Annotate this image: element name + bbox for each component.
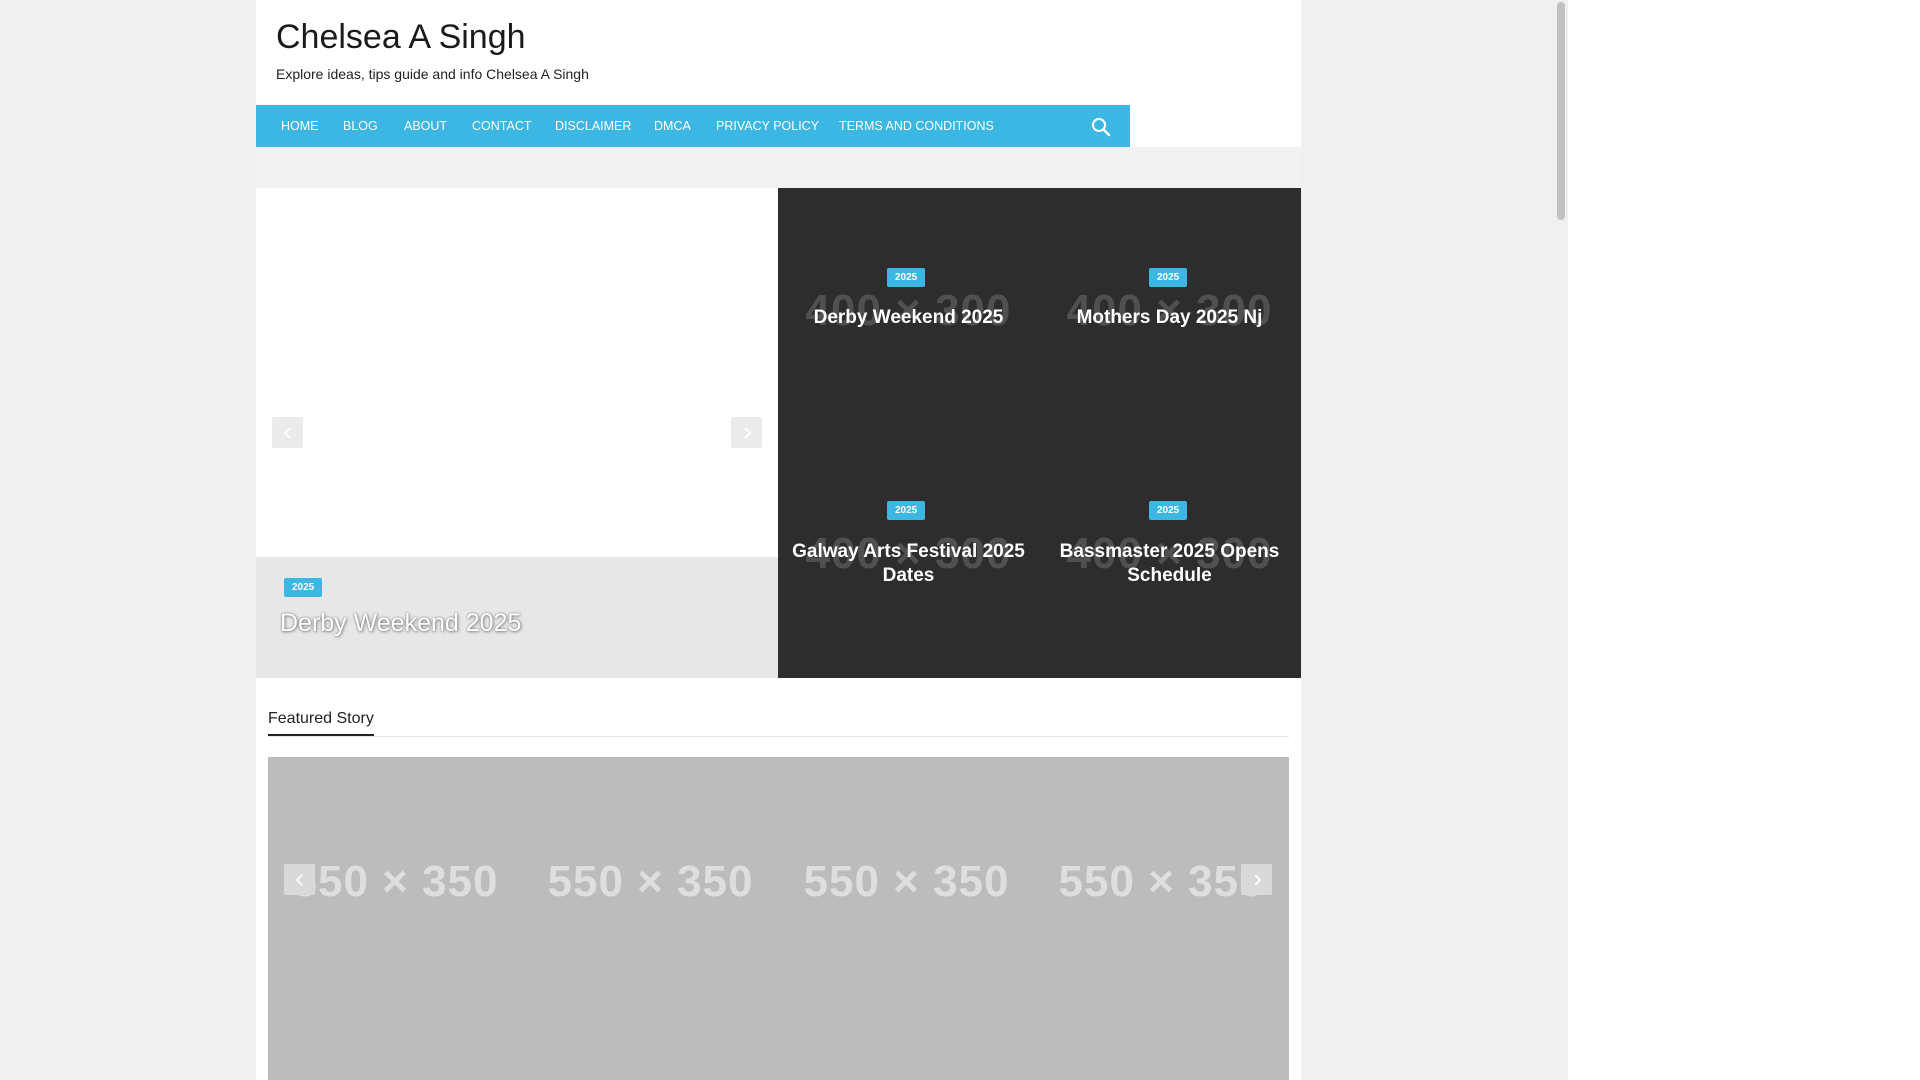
category-badge[interactable]: 2025 <box>1149 268 1188 287</box>
featured-prev-button[interactable] <box>284 864 315 895</box>
site-description: Explore ideas, tips guide and info Chels… <box>276 66 589 82</box>
grid-post-title[interactable]: Bassmaster 2025 Opens Schedule <box>1049 540 1290 588</box>
chevron-right-icon <box>1253 873 1261 886</box>
nav-item-terms-and-conditions[interactable]: TERMS AND CONDITIONS <box>839 105 994 147</box>
nav-item-home[interactable]: HOME <box>281 105 319 147</box>
site-title[interactable]: Chelsea A Singh <box>276 18 526 57</box>
window-background <box>1568 0 1920 1080</box>
grid-post-card[interactable]: 400 × 300 2025 Galway Arts Festival 2025… <box>778 433 1039 678</box>
grid-post-card[interactable]: 400 × 300 2025 Bassmaster 2025 Opens Sch… <box>1039 433 1300 678</box>
grid-post-title[interactable]: Mothers Day 2025 Nj <box>1049 306 1290 330</box>
grid-post-card[interactable]: 400 × 300 2025 Mothers Day 2025 Nj <box>1039 188 1300 433</box>
nav-item-privacy-policy[interactable]: PRIVACY POLICY <box>716 105 819 147</box>
slider-post-title[interactable]: Derby Weekend 2025 <box>280 609 521 638</box>
chevron-right-icon <box>743 426 751 439</box>
grid-post-title[interactable]: Galway Arts Festival 2025 Dates <box>788 540 1029 588</box>
vertical-scrollbar[interactable] <box>1554 0 1568 1080</box>
nav-item-disclaimer[interactable]: DISCLAIMER <box>555 105 631 147</box>
search-icon[interactable] <box>1090 116 1112 138</box>
nav-item-blog[interactable]: BLOG <box>343 105 378 147</box>
grid-posts: 400 × 300 2025 Derby Weekend 2025 400 × … <box>778 188 1301 678</box>
chevron-left-icon <box>283 426 291 439</box>
category-badge[interactable]: 2025 <box>1149 501 1188 520</box>
nav-spacer <box>256 147 1301 188</box>
featured-heading: Featured Story <box>268 710 374 736</box>
slider-next-button[interactable] <box>731 417 762 448</box>
nav-item-dmca[interactable]: DMCA <box>654 105 691 147</box>
slider-prev-button[interactable] <box>272 417 303 448</box>
chevron-left-icon <box>295 873 303 886</box>
slider-caption: 2025 Derby Weekend 2025 <box>256 557 778 678</box>
category-badge[interactable]: 2025 <box>887 268 926 287</box>
grid-post-card[interactable]: 400 × 300 2025 Derby Weekend 2025 <box>778 188 1039 433</box>
category-badge[interactable]: 2025 <box>887 501 926 520</box>
nav-item-about[interactable]: ABOUT <box>404 105 447 147</box>
category-badge[interactable]: 2025 <box>284 578 323 597</box>
scrollbar-thumb[interactable] <box>1557 2 1565 220</box>
hero-slider[interactable]: 2025 Derby Weekend 2025 <box>256 188 778 678</box>
image-placeholder: 550 × 350 <box>803 857 1010 906</box>
featured-next-button[interactable] <box>1241 864 1272 895</box>
image-placeholder: 550 × 350 <box>547 857 754 906</box>
page-container: Chelsea A Singh Explore ideas, tips guid… <box>256 0 1301 1080</box>
main-navigation: HOME BLOG ABOUT CONTACT DISCLAIMER DMCA … <box>256 105 1130 147</box>
nav-item-contact[interactable]: CONTACT <box>472 105 532 147</box>
featured-section-header: Featured Story <box>268 708 1289 737</box>
grid-post-title[interactable]: Derby Weekend 2025 <box>788 306 1029 330</box>
featured-carousel[interactable]: 550 × 350 550 × 350 550 × 350 550 × 350 <box>268 757 1289 1080</box>
